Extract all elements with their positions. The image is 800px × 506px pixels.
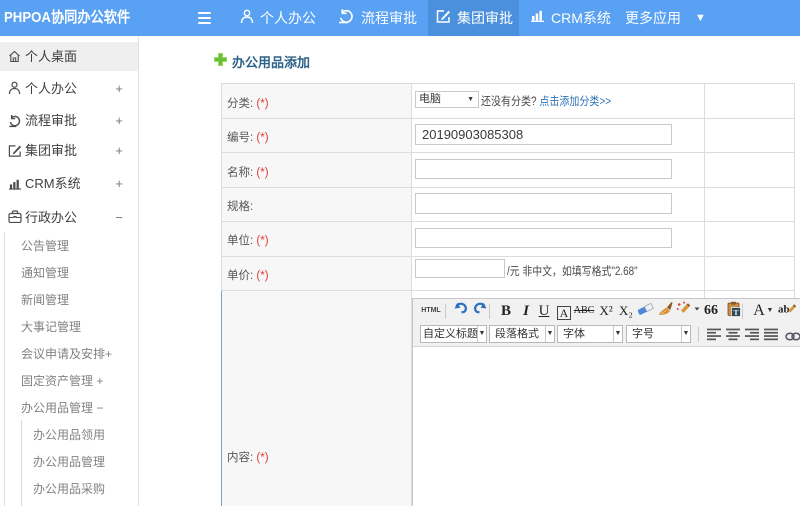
svg-text:ab: ab [778, 304, 790, 316]
svg-text:T: T [733, 308, 738, 317]
